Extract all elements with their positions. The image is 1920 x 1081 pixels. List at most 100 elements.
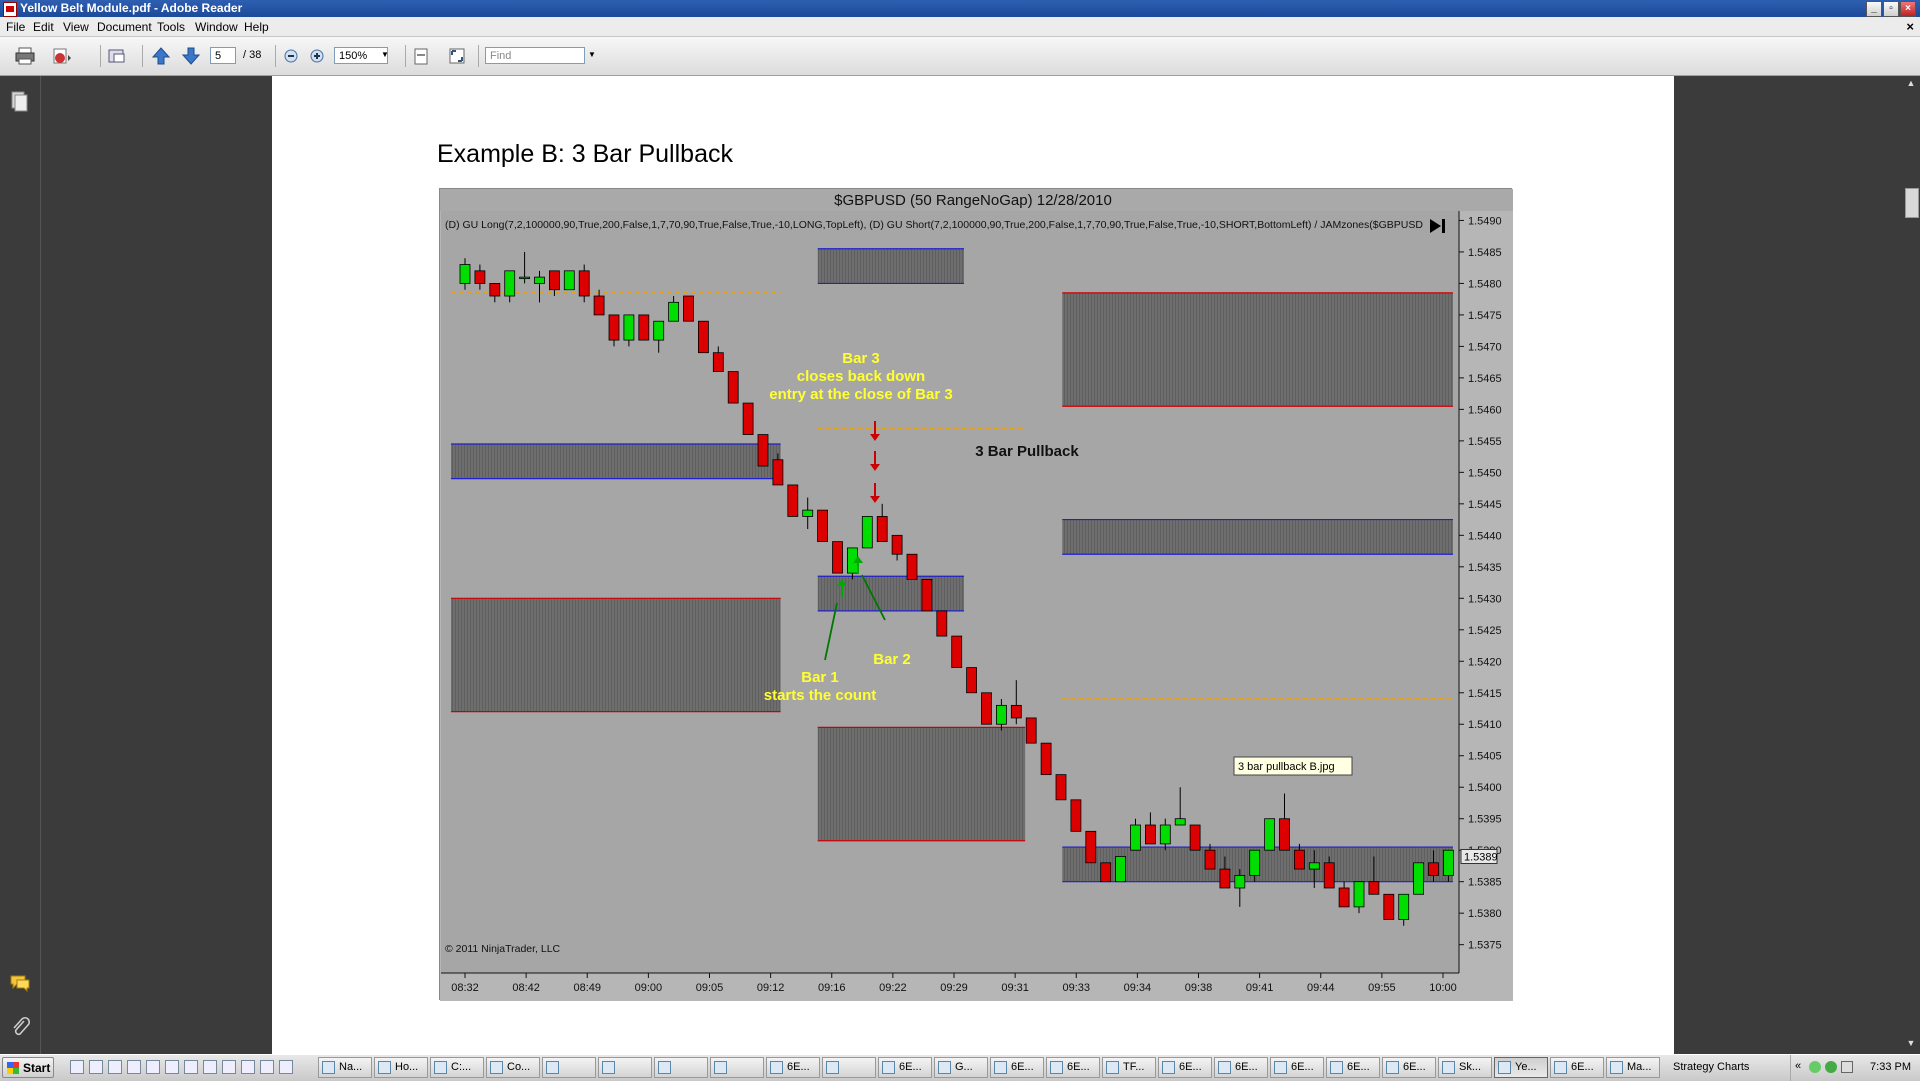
close-button[interactable]: × [1900,1,1916,17]
quicklaunch-icon[interactable] [127,1060,141,1074]
taskbar-item[interactable]: Co... [486,1057,540,1078]
scrollbar-thumb[interactable] [1905,188,1919,218]
taskbar-item[interactable]: 6E... [1158,1057,1212,1078]
menu-document[interactable]: Document [97,20,152,34]
taskbar-item[interactable]: 6E... [878,1057,932,1078]
next-page-icon[interactable] [180,46,202,66]
quicklaunch-icon[interactable] [146,1060,160,1074]
quicklaunch-icon[interactable] [279,1060,293,1074]
toolbar-separator [142,45,143,67]
candle-down [742,402,754,435]
taskbar-item[interactable]: 6E... [1046,1057,1100,1078]
fit-page-icon[interactable] [410,46,432,66]
chevron-down-icon[interactable]: ▼ [381,50,389,59]
taskbar-item[interactable]: 6E... [1382,1057,1436,1078]
toolbar-label[interactable]: Strategy Charts [1673,1061,1749,1073]
zoom-select[interactable]: 150% [334,47,388,64]
navigation-panel [0,76,41,1054]
zoom-out-icon[interactable] [280,46,302,66]
candle-up [623,314,635,341]
attachments-icon[interactable] [10,1016,30,1038]
clock[interactable]: 7:33 PM [1870,1061,1911,1073]
create-pdf-icon[interactable] [50,46,72,66]
start-button[interactable]: Start [2,1057,54,1078]
taskbar-item[interactable]: Ho... [374,1057,428,1078]
taskbar-item[interactable]: 6E... [1214,1057,1268,1078]
candle-up [1249,849,1261,876]
minimize-button[interactable]: _ [1866,1,1882,17]
menu-tools[interactable]: Tools [157,20,185,34]
taskbar-item[interactable]: 6E... [990,1057,1044,1078]
candle-up [1353,881,1365,908]
taskbar-item[interactable]: 6E... [1326,1057,1380,1078]
y-tick-label: 1.5485 [1468,247,1502,259]
annotation-pullback-label: 3 Bar Pullback [975,443,1079,460]
taskbar-item[interactable]: Sk... [1438,1057,1492,1078]
chart-title: $GBPUSD (50 RangeNoGap) 12/28/2010 [834,192,1112,209]
y-tick-label: 1.5405 [1468,751,1502,763]
taskbar-item[interactable] [710,1057,764,1078]
taskbar-item[interactable]: 6E... [1270,1057,1324,1078]
x-tick-label: 09:33 [1062,982,1090,994]
vertical-scrollbar[interactable]: ▲ ▼ [1902,76,1920,1054]
comments-icon[interactable] [9,974,31,992]
candle-down [1279,818,1290,851]
quicklaunch-icon[interactable] [241,1060,255,1074]
previous-page-icon[interactable] [150,46,172,66]
quicklaunch-icon[interactable] [184,1060,198,1074]
menu-file[interactable]: File [6,20,25,34]
taskbar-item[interactable] [542,1057,596,1078]
tray-status-icon[interactable] [1809,1061,1821,1073]
maximize-button[interactable]: ▫ [1883,1,1899,17]
taskbar-item[interactable]: G... [934,1057,988,1078]
candle-down [1383,893,1395,920]
menu-window[interactable]: Window [195,20,238,34]
candle-down [757,434,769,467]
taskbar-item[interactable]: 6E... [1550,1057,1604,1078]
taskbar-item[interactable] [822,1057,876,1078]
filename-tooltip: 3 bar pullback B.jpg [1233,756,1353,776]
x-tick-label: 09:29 [940,982,968,994]
quicklaunch-icon[interactable] [222,1060,236,1074]
y-tick-label: 1.5420 [1468,656,1502,668]
quicklaunch-icon[interactable] [203,1060,217,1074]
collaborate-icon[interactable] [106,46,128,66]
quicklaunch-icon[interactable] [260,1060,274,1074]
taskbar-item[interactable]: Na... [318,1057,372,1078]
menu-help[interactable]: Help [244,20,269,34]
taskbar: Start Na... Ho... C:... Co... 6E... 6E... G...… [0,1054,1920,1081]
quicklaunch-icon[interactable] [165,1060,179,1074]
taskbar-item[interactable] [654,1057,708,1078]
full-screen-icon[interactable] [446,46,468,66]
quicklaunch-icon[interactable] [89,1060,103,1074]
find-options-icon[interactable]: ▼ [588,50,596,59]
pages-icon[interactable] [10,90,28,112]
speaker-icon[interactable] [1841,1061,1853,1073]
print-icon[interactable] [14,46,36,66]
taskbar-item[interactable]: Ma... [1606,1057,1660,1078]
tray-expand-icon[interactable]: « [1795,1060,1801,1072]
page-number-input[interactable]: 5 [210,47,236,64]
taskbar-item[interactable]: C:... [430,1057,484,1078]
candle-down [1070,799,1082,832]
y-tick-label: 1.5385 [1468,877,1502,889]
zoom-in-icon[interactable] [306,46,328,66]
candle-down [697,320,709,354]
taskbar-item[interactable]: TF... [1102,1057,1156,1078]
y-tick-label: 1.5475 [1468,310,1502,322]
menu-view[interactable]: View [63,20,89,34]
find-input[interactable]: Find [485,47,585,64]
scroll-down-arrow-icon[interactable]: ▼ [1904,1038,1918,1050]
quicklaunch-icon[interactable] [108,1060,122,1074]
tray-status-icon[interactable] [1825,1061,1837,1073]
taskbar-item[interactable] [598,1057,652,1078]
quicklaunch-icon[interactable] [70,1060,84,1074]
taskbar-item[interactable]: Ye... [1494,1057,1548,1078]
chart-image: $GBPUSD (50 RangeNoGap) 12/28/2010 (D) G… [439,188,1513,1001]
close-document-icon[interactable]: × [1906,19,1914,34]
annotation-bar3-line2: closes back down [797,368,925,385]
taskbar-item[interactable]: 6E... [766,1057,820,1078]
menu-edit[interactable]: Edit [33,20,54,34]
scroll-up-arrow-icon[interactable]: ▲ [1904,78,1918,90]
candle-down [1323,862,1335,889]
